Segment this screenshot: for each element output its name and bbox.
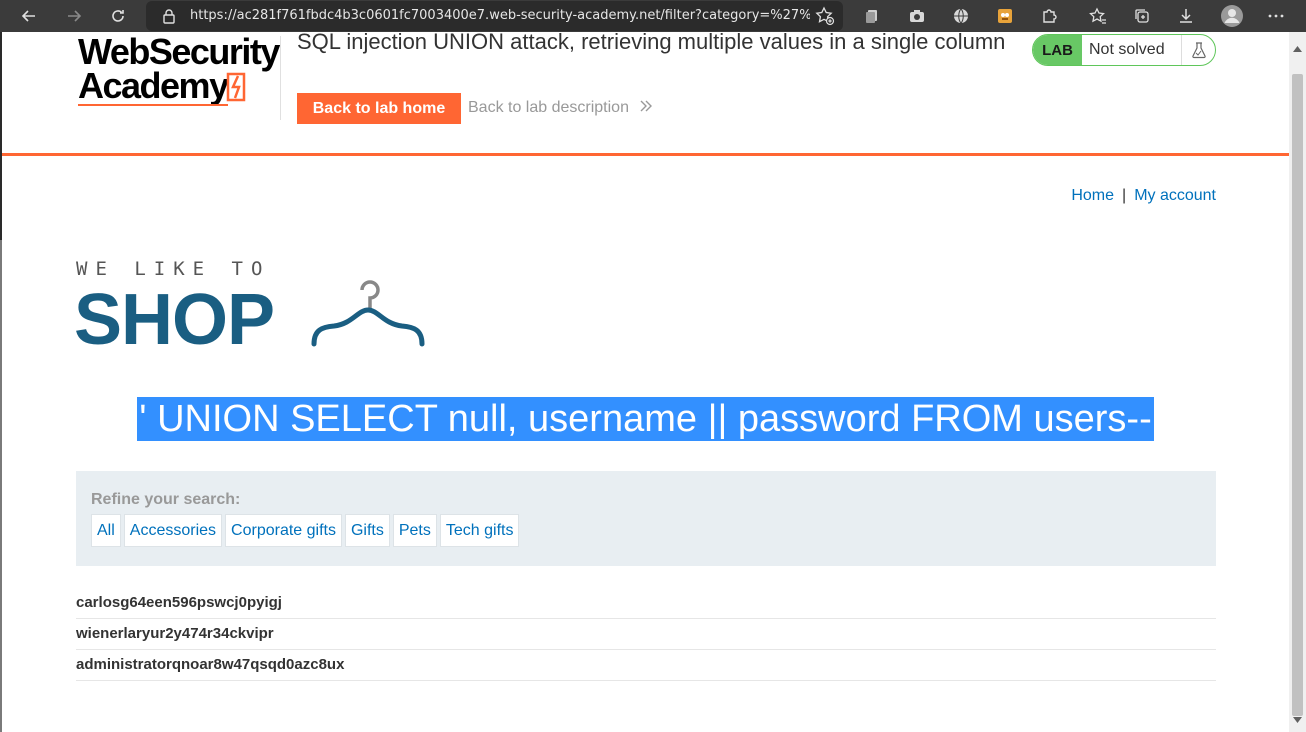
forward-icon[interactable] bbox=[62, 4, 86, 28]
bolt-icon bbox=[226, 72, 246, 102]
hanger-icon bbox=[311, 280, 425, 347]
shop-name: SHOP bbox=[74, 280, 275, 360]
camera-icon[interactable] bbox=[905, 4, 929, 28]
download-icon[interactable] bbox=[1174, 4, 1198, 28]
lab-status-widget: LAB Not solved bbox=[1032, 34, 1216, 66]
table-row: wienerlaryur2y474r34ckvipr bbox=[76, 619, 1216, 650]
scroll-up-arrow-icon[interactable] bbox=[1289, 32, 1306, 72]
lab-badge: LAB bbox=[1033, 35, 1082, 65]
puzzle-icon[interactable] bbox=[993, 4, 1017, 28]
browser-toolbar: https://ac281f761fbdc4b3c0601fc7003400e7… bbox=[0, 0, 1306, 32]
scroll-down-arrow-icon[interactable] bbox=[1293, 710, 1302, 728]
scroll-thumb[interactable] bbox=[1292, 74, 1303, 716]
heading-wrapper: ' UNION SELECT null, username || passwor… bbox=[0, 397, 1289, 441]
lab-title: SQL injection UNION attack, retrieving m… bbox=[297, 29, 1006, 54]
filter-categories: All Accessories Corporate gifts Gifts Pe… bbox=[91, 514, 522, 547]
filter-title: Refine your search: bbox=[91, 491, 241, 508]
double-chevron-right-icon bbox=[639, 99, 653, 116]
category-link-pets[interactable]: Pets bbox=[392, 514, 437, 547]
nav-my-account-link[interactable]: My account bbox=[1134, 187, 1216, 204]
category-link-corporate-gifts[interactable]: Corporate gifts bbox=[225, 514, 342, 547]
web-security-academy-logo[interactable]: WebSecurity Academy bbox=[78, 34, 280, 106]
description-link-label[interactable]: Back to lab description bbox=[468, 99, 629, 116]
globe-icon[interactable] bbox=[949, 4, 973, 28]
address-bar[interactable]: https://ac281f761fbdc4b3c0601fc7003400e7… bbox=[146, 1, 843, 31]
vertical-scrollbar[interactable] bbox=[1289, 32, 1306, 732]
back-icon[interactable] bbox=[17, 4, 41, 28]
top-nav: Home | My account bbox=[1071, 187, 1216, 205]
favorite-add-icon[interactable] bbox=[815, 6, 835, 31]
table-row: carlosg64een596pswcj0pyigj bbox=[76, 588, 1216, 619]
nav-separator: | bbox=[1122, 187, 1127, 204]
flask-icon bbox=[1181, 35, 1215, 65]
profile-icon[interactable] bbox=[1220, 4, 1244, 28]
lab-status-text: Not solved bbox=[1089, 41, 1165, 58]
extensions-puzzle-icon[interactable] bbox=[1037, 4, 1061, 28]
window-edge bbox=[0, 240, 2, 732]
category-link-tech-gifts[interactable]: Tech gifts bbox=[439, 514, 520, 547]
page-heading: ' UNION SELECT null, username || passwor… bbox=[137, 397, 1154, 441]
logo-line2: Academy bbox=[78, 65, 229, 106]
refresh-icon[interactable] bbox=[106, 4, 130, 28]
nav-home-link[interactable]: Home bbox=[1071, 187, 1114, 204]
extension-icon[interactable] bbox=[861, 4, 885, 28]
favorites-icon[interactable] bbox=[1086, 4, 1110, 28]
category-link-accessories[interactable]: Accessories bbox=[123, 514, 223, 547]
back-to-lab-home-button[interactable]: Back to lab home bbox=[297, 93, 461, 124]
category-link-all[interactable]: All bbox=[91, 514, 121, 547]
more-icon[interactable] bbox=[1264, 4, 1288, 28]
logo-underline bbox=[78, 104, 228, 106]
filter-panel: Refine your search: All Accessories Corp… bbox=[76, 471, 1216, 566]
header-rule bbox=[2, 153, 1289, 156]
header-divider bbox=[280, 36, 281, 120]
results-table: carlosg64een596pswcj0pyigj wienerlaryur2… bbox=[76, 588, 1216, 681]
lock-icon[interactable] bbox=[162, 8, 176, 29]
category-link-gifts[interactable]: Gifts bbox=[344, 514, 390, 547]
back-to-lab-description-link[interactable]: Back to lab description bbox=[468, 99, 653, 117]
url-text[interactable]: https://ac281f761fbdc4b3c0601fc7003400e7… bbox=[190, 8, 810, 23]
table-row: administratorqnoar8w47qsqd0azc8ux bbox=[76, 650, 1216, 681]
collections-icon[interactable] bbox=[1130, 4, 1154, 28]
shop-tagline: WE LIKE TO bbox=[76, 258, 271, 280]
